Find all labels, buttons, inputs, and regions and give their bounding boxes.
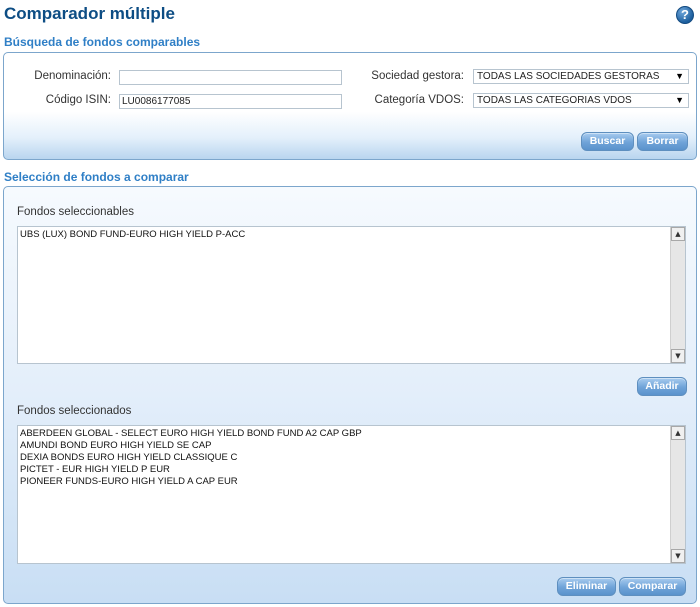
sociedad-label: Sociedad gestora: — [371, 70, 464, 82]
page-title: Comparador múltiple — [4, 4, 175, 23]
search-section-title: Búsqueda de fondos comparables — [4, 35, 201, 49]
list-item[interactable]: AMUNDI BOND EURO HIGH YIELD SE CAP — [20, 440, 669, 452]
categoria-select[interactable]: TODAS LAS CATEGORIAS VDOS ▼ — [473, 93, 689, 108]
scrollbar[interactable]: ▲ ▼ — [670, 426, 685, 563]
help-icon[interactable]: ? — [676, 6, 694, 24]
list-item[interactable]: PIONEER FUNDS-EURO HIGH YIELD A CAP EUR — [20, 476, 669, 488]
comparar-button[interactable]: Comparar — [619, 577, 686, 596]
seleccionables-listbox[interactable]: UBS (LUX) BOND FUND-EURO HIGH YIELD P-AC… — [17, 226, 686, 364]
anadir-button[interactable]: Añadir — [637, 377, 687, 396]
seleccionables-label: Fondos seleccionables — [17, 206, 134, 218]
list-item[interactable]: DEXIA BONDS EURO HIGH YIELD CLASSIQUE C — [20, 452, 669, 464]
scroll-up-icon[interactable]: ▲ — [671, 426, 685, 440]
chevron-down-icon: ▼ — [675, 71, 684, 81]
seleccionados-label: Fondos seleccionados — [17, 405, 132, 417]
seleccionables-items: UBS (LUX) BOND FUND-EURO HIGH YIELD P-AC… — [20, 229, 669, 241]
sociedad-select[interactable]: TODAS LAS SOCIEDADES GESTORAS ▼ — [473, 69, 689, 84]
seleccionados-items: ABERDEEN GLOBAL - SELECT EURO HIGH YIELD… — [20, 428, 669, 488]
sociedad-select-value: TODAS LAS SOCIEDADES GESTORAS — [477, 71, 660, 82]
scroll-down-icon[interactable]: ▼ — [671, 349, 685, 363]
eliminar-button[interactable]: Eliminar — [557, 577, 616, 596]
selection-panel: Fondos seleccionables UBS (LUX) BOND FUN… — [3, 186, 697, 604]
denominacion-input[interactable] — [119, 70, 342, 85]
list-item[interactable]: ABERDEEN GLOBAL - SELECT EURO HIGH YIELD… — [20, 428, 669, 440]
isin-label: Código ISIN: — [45, 94, 111, 106]
buscar-button[interactable]: Buscar — [581, 132, 634, 151]
scroll-down-icon[interactable]: ▼ — [671, 549, 685, 563]
categoria-select-value: TODAS LAS CATEGORIAS VDOS — [477, 95, 632, 106]
list-item[interactable]: PICTET - EUR HIGH YIELD P EUR — [20, 464, 669, 476]
isin-input[interactable]: LU0086177085 — [119, 94, 342, 109]
search-panel: Denominación: Código ISIN: LU0086177085 … — [3, 52, 697, 160]
list-item[interactable]: UBS (LUX) BOND FUND-EURO HIGH YIELD P-AC… — [20, 229, 669, 241]
categoria-label: Categoría VDOS: — [374, 94, 464, 106]
selection-section-title: Selección de fondos a comparar — [4, 170, 189, 184]
denominacion-label: Denominación: — [34, 70, 111, 82]
borrar-button[interactable]: Borrar — [637, 132, 688, 151]
seleccionados-listbox[interactable]: ABERDEEN GLOBAL - SELECT EURO HIGH YIELD… — [17, 425, 686, 564]
scrollbar[interactable]: ▲ ▼ — [670, 227, 685, 363]
scroll-up-icon[interactable]: ▲ — [671, 227, 685, 241]
chevron-down-icon: ▼ — [675, 95, 684, 105]
